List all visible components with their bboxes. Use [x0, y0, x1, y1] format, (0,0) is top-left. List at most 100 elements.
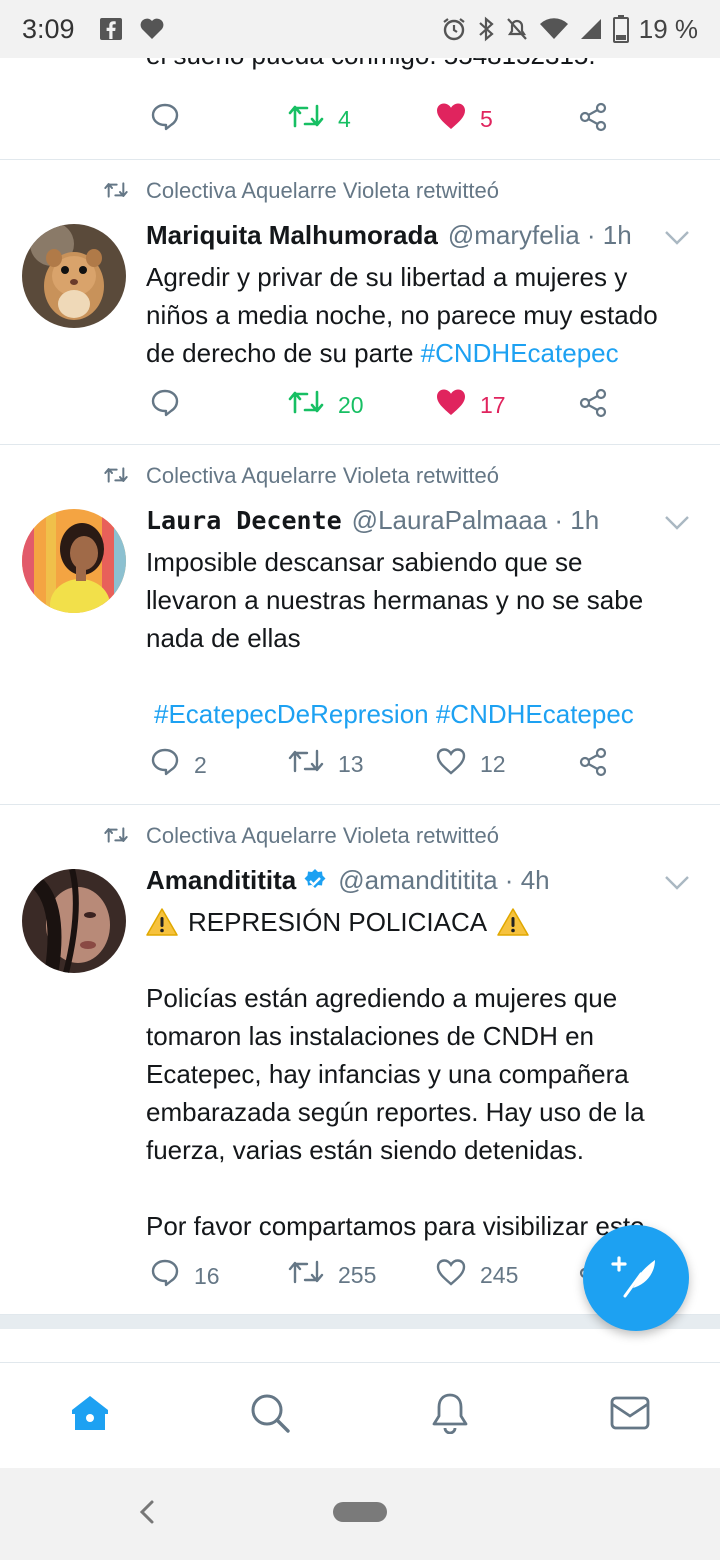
- verified-icon: [302, 868, 328, 894]
- tweet-card[interactable]: Colectiva Aquelarre Violeta retwitteó Ma…: [0, 160, 720, 445]
- search-icon: [249, 1392, 291, 1439]
- reply-button[interactable]: 16: [150, 1258, 220, 1294]
- reply-icon: [150, 388, 180, 424]
- reply-button[interactable]: 2: [150, 747, 207, 783]
- compose-tweet-button[interactable]: [583, 1225, 689, 1331]
- tweet-text: el sueño pueda conmigo. 5548132315.: [146, 58, 596, 71]
- tweet-header: Mariquita Malhumorada @maryfelia · 1h: [146, 220, 690, 251]
- retweet-button[interactable]: 20: [288, 388, 364, 422]
- tweet-header: Laura Decente @LauraPalmaaa · 1h: [146, 505, 690, 536]
- share-button[interactable]: [578, 747, 608, 783]
- reply-button[interactable]: [150, 102, 180, 138]
- retweet-button[interactable]: 255: [288, 1258, 376, 1292]
- signal-icon: [579, 17, 603, 41]
- retweet-count: 4: [338, 105, 351, 132]
- share-icon: [578, 388, 608, 424]
- tweet-actions: 20 17: [146, 388, 666, 428]
- timeline-feed[interactable]: el sueño pueda conmigo. 5548132315. 4 5: [0, 58, 720, 1362]
- tweet-headline: REPRESIÓN POLICIACA: [188, 907, 488, 937]
- tweet-text: Agredir y privar de su libertad a mujere…: [146, 262, 658, 368]
- like-count: 5: [480, 105, 493, 132]
- wifi-icon: [539, 17, 569, 41]
- bluetooth-icon: [477, 16, 495, 42]
- alarm-icon: [441, 16, 467, 42]
- warning-icon: [497, 908, 529, 936]
- home-gesture-pill[interactable]: [333, 1502, 387, 1522]
- mail-icon: [609, 1395, 651, 1436]
- heart-outline-icon: [436, 747, 466, 781]
- author-name[interactable]: Amandititita: [146, 865, 296, 896]
- retweet-count: 20: [338, 391, 364, 418]
- facebook-icon: [99, 17, 123, 41]
- author-handle: @maryfelia · 1h: [447, 220, 632, 250]
- author-handle: @LauraPalmaaa · 1h: [351, 505, 600, 535]
- home-icon: [69, 1393, 111, 1438]
- reply-icon: [150, 1258, 180, 1294]
- heart-icon: [139, 17, 165, 41]
- like-button[interactable]: 12: [436, 747, 506, 781]
- tweet-header: Amandititita @amandititita · 4h: [146, 865, 690, 896]
- bottom-navigation: [0, 1362, 720, 1468]
- tweet-text: Imposible descansar sabiendo que se llev…: [146, 547, 644, 729]
- chevron-down-icon[interactable]: [664, 222, 690, 253]
- retweet-icon: [288, 388, 324, 422]
- avatar[interactable]: [22, 869, 126, 973]
- retweeted-by: Colectiva Aquelarre Violeta retwitteó: [104, 463, 499, 489]
- share-icon: [578, 747, 608, 783]
- mute-icon: [505, 16, 529, 42]
- nav-messages[interactable]: [608, 1393, 652, 1437]
- reply-button[interactable]: [150, 388, 180, 424]
- hashtag-link[interactable]: #CNDHEcatepec: [421, 338, 619, 368]
- compose-feather-icon: [611, 1254, 661, 1303]
- nav-search[interactable]: [248, 1393, 292, 1437]
- tweet-card[interactable]: el sueño pueda conmigo. 5548132315. 4 5: [0, 58, 720, 160]
- heart-filled-icon: [436, 388, 466, 422]
- like-button[interactable]: 17: [436, 388, 506, 422]
- bell-icon: [430, 1392, 470, 1439]
- reply-icon: [150, 747, 180, 783]
- retweeted-by: Colectiva Aquelarre Violeta retwitteó: [104, 823, 499, 849]
- back-icon[interactable]: [136, 1498, 158, 1531]
- retweeted-by: Colectiva Aquelarre Violeta retwitteó: [104, 178, 499, 204]
- share-icon: [578, 102, 608, 138]
- tweet-actions: 2 13 12: [146, 747, 666, 787]
- hashtag-link[interactable]: #EcatepecDeRepresion #CNDHEcatepec: [154, 699, 634, 729]
- reply-icon: [150, 102, 180, 138]
- warning-icon: [146, 908, 178, 936]
- author-name[interactable]: Laura Decente: [146, 506, 342, 535]
- system-navigation-bar: [0, 1468, 720, 1560]
- tweet-actions: 4 5: [146, 102, 666, 142]
- retweet-button[interactable]: 13: [288, 747, 364, 781]
- nav-notifications[interactable]: [428, 1393, 472, 1437]
- retweet-icon: [288, 747, 324, 781]
- like-button[interactable]: 245: [436, 1258, 518, 1292]
- status-time: 3:09: [22, 13, 75, 44]
- tweet-card[interactable]: Colectiva Aquelarre Violeta retwitteó La…: [0, 445, 720, 805]
- battery-icon: [612, 15, 629, 43]
- retweet-count: 255: [338, 1261, 377, 1288]
- nav-home[interactable]: [68, 1393, 112, 1437]
- retweet-small-icon: [104, 465, 128, 491]
- battery-percent: 19 %: [638, 13, 698, 44]
- share-button[interactable]: [578, 388, 608, 424]
- chevron-down-icon[interactable]: [664, 867, 690, 898]
- chevron-down-icon[interactable]: [664, 507, 690, 538]
- retweet-count: 13: [338, 750, 364, 777]
- share-button[interactable]: [578, 102, 608, 138]
- avatar[interactable]: [22, 224, 126, 328]
- like-button[interactable]: 5: [436, 102, 493, 136]
- retweet-button[interactable]: 4: [288, 102, 351, 136]
- like-count: 245: [480, 1261, 519, 1288]
- reply-count: 16: [194, 1262, 220, 1289]
- author-name[interactable]: Mariquita Malhumorada: [146, 220, 438, 251]
- avatar[interactable]: [22, 509, 126, 613]
- heart-filled-icon: [436, 102, 466, 136]
- retweet-icon: [288, 102, 324, 136]
- heart-outline-icon: [436, 1258, 466, 1292]
- retweet-small-icon: [104, 825, 128, 851]
- tweet-text: REPRESIÓN POLICIACA Policías están agred…: [146, 903, 696, 1245]
- retweet-small-icon: [104, 180, 128, 206]
- reply-count: 2: [194, 751, 207, 778]
- status-bar: 3:09 19 %: [0, 0, 720, 58]
- like-count: 12: [480, 750, 506, 777]
